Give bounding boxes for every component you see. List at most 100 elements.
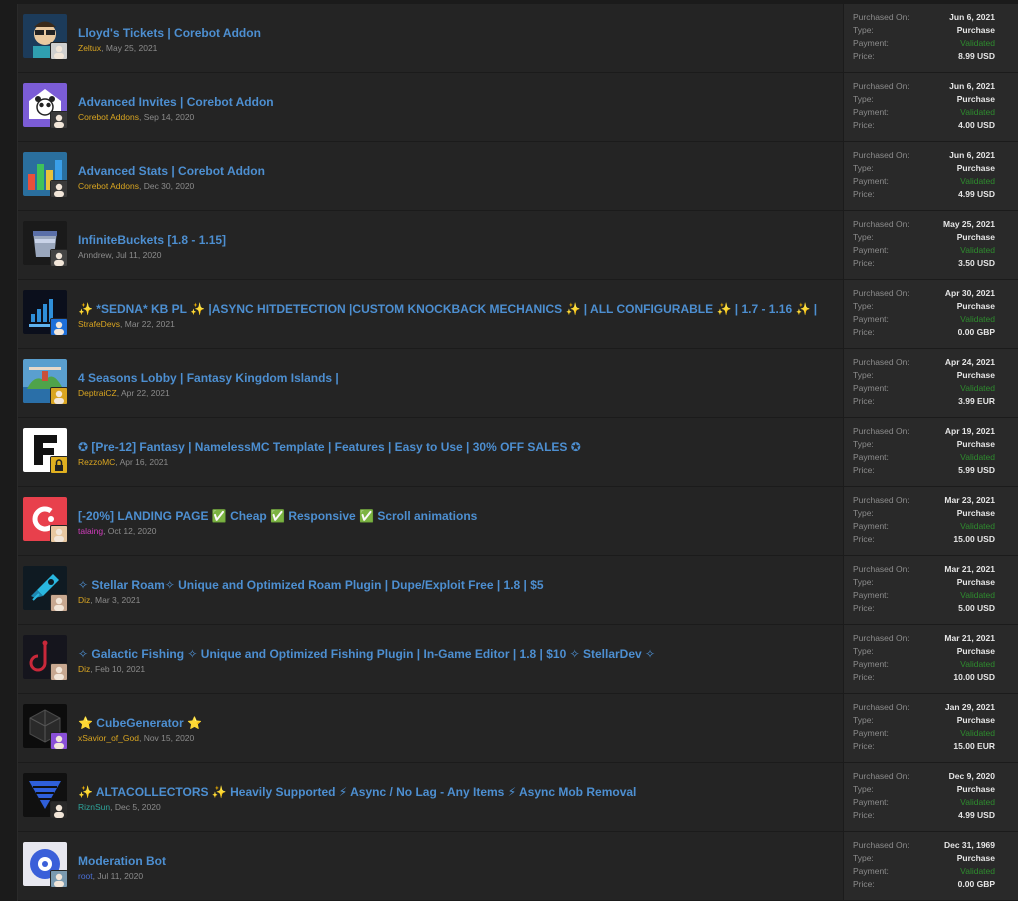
type-label: Type:	[853, 25, 874, 35]
user-avatar-icon[interactable]	[50, 732, 68, 750]
resource-title-link[interactable]: ✨ ALTACOLLECTORS ✨ Heavily Supported ⚡ A…	[78, 785, 636, 800]
resource-meta: root, Jul 11, 2020	[78, 871, 843, 881]
payment-line: Payment: Validated	[853, 451, 995, 464]
price-line: Price: 5.00 USD	[853, 602, 995, 615]
user-avatar-icon[interactable]	[50, 594, 68, 612]
release-date: Jul 11, 2020	[115, 250, 162, 260]
user-avatar-icon[interactable]	[50, 42, 68, 60]
resource-icon-cell	[18, 763, 70, 831]
price-value: 4.00 USD	[958, 120, 995, 130]
user-avatar-icon[interactable]	[50, 525, 68, 543]
purchased-on-value: Jun 6, 2021	[949, 12, 995, 22]
resource-main-cell: ✧ Stellar Roam✧ Unique and Optimized Roa…	[70, 556, 844, 624]
resource-row: ✨ *SEDNA* KB PL ✨ |ASYNC HITDETECTION |C…	[18, 280, 1018, 349]
type-value: Purchase	[956, 370, 995, 380]
resource-title-link[interactable]: ✧ Galactic Fishing ✧ Unique and Optimize…	[78, 647, 655, 662]
resource-icon-cell	[18, 73, 70, 141]
price-line: Price: 10.00 USD	[853, 671, 995, 684]
resource-title-link[interactable]: [-20%] LANDING PAGE ✅ Cheap ✅ Responsive…	[78, 509, 477, 524]
resource-row: Advanced Invites | Corebot Addon Corebot…	[18, 73, 1018, 142]
purchased-on-line: Purchased On: Apr 30, 2021	[853, 287, 995, 300]
payment-status: Validated	[960, 452, 995, 462]
resource-meta: Zeltux, May 25, 2021	[78, 43, 843, 53]
resource-main-cell: InfiniteBuckets [1.8 - 1.15] Anndrew, Ju…	[70, 211, 844, 279]
type-label: Type:	[853, 508, 874, 518]
price-value: 10.00 USD	[953, 672, 995, 682]
user-avatar-icon[interactable]	[50, 111, 68, 129]
purchased-resources-list: Lloyd's Tickets | Corebot Addon Zeltux, …	[17, 4, 1018, 901]
payment-label: Payment:	[853, 38, 889, 48]
price-label: Price:	[853, 258, 875, 268]
user-avatar-icon[interactable]	[50, 870, 68, 888]
payment-label: Payment:	[853, 797, 889, 807]
resource-title-link[interactable]: Lloyd's Tickets | Corebot Addon	[78, 26, 261, 41]
type-value: Purchase	[956, 646, 995, 656]
resource-main-cell: Advanced Invites | Corebot Addon Corebot…	[70, 73, 844, 141]
release-date: Nov 15, 2020	[143, 733, 195, 743]
purchase-info-panel: Purchased On: Jan 29, 2021 Type: Purchas…	[844, 694, 1018, 762]
payment-label: Payment:	[853, 866, 889, 876]
user-avatar-icon[interactable]	[50, 318, 68, 336]
author-link[interactable]: xSavior_of_God	[78, 733, 139, 743]
payment-line: Payment: Validated	[853, 244, 995, 257]
resource-main-cell: ✨ *SEDNA* KB PL ✨ |ASYNC HITDETECTION |C…	[70, 280, 844, 348]
price-value: 15.00 USD	[953, 534, 995, 544]
author-link[interactable]: Corebot Addons	[78, 181, 139, 191]
user-avatar-icon[interactable]	[50, 180, 68, 198]
payment-status: Validated	[960, 866, 995, 876]
resource-row: InfiniteBuckets [1.8 - 1.15] Anndrew, Ju…	[18, 211, 1018, 280]
resource-meta: Diz, Feb 10, 2021	[78, 664, 843, 674]
type-line: Type: Purchase	[853, 369, 995, 382]
resource-title-link[interactable]: 4 Seasons Lobby | Fantasy Kingdom Island…	[78, 371, 339, 386]
payment-label: Payment:	[853, 176, 889, 186]
resource-row: ✧ Stellar Roam✧ Unique and Optimized Roa…	[18, 556, 1018, 625]
type-line: Type: Purchase	[853, 783, 995, 796]
author-link[interactable]: Anndrew	[78, 250, 111, 260]
author-link[interactable]: StrafeDevs	[78, 319, 120, 329]
price-line: Price: 3.99 EUR	[853, 395, 995, 408]
resource-title-link[interactable]: ✪ [Pre-12] Fantasy | NamelessMC Template…	[78, 440, 581, 455]
resource-title-link[interactable]: InfiniteBuckets [1.8 - 1.15]	[78, 233, 226, 248]
author-link[interactable]: talaing	[78, 526, 103, 536]
price-line: Price: 0.00 GBP	[853, 878, 995, 891]
resource-title-link[interactable]: Advanced Stats | Corebot Addon	[78, 164, 265, 179]
resource-title-link[interactable]: ✨ *SEDNA* KB PL ✨ |ASYNC HITDETECTION |C…	[78, 302, 817, 317]
author-link[interactable]: root	[78, 871, 93, 881]
resource-icon-cell	[18, 280, 70, 348]
release-date: Feb 10, 2021	[95, 664, 146, 674]
purchased-on-label: Purchased On:	[853, 81, 910, 91]
resource-title-link[interactable]: ⭐ CubeGenerator ⭐	[78, 716, 202, 731]
purchase-info-panel: Purchased On: Apr 30, 2021 Type: Purchas…	[844, 280, 1018, 348]
price-value: 4.99 USD	[958, 189, 995, 199]
price-line: Price: 4.00 USD	[853, 119, 995, 132]
author-link[interactable]: Corebot Addons	[78, 112, 139, 122]
author-link[interactable]: RiznSun	[78, 802, 110, 812]
author-link[interactable]: RezzoMC	[78, 457, 115, 467]
user-avatar-icon[interactable]	[50, 387, 68, 405]
payment-line: Payment: Validated	[853, 796, 995, 809]
resource-meta: Diz, Mar 3, 2021	[78, 595, 843, 605]
author-link[interactable]: DeptraiCZ	[78, 388, 117, 398]
lock-icon[interactable]	[50, 456, 68, 474]
purchased-on-label: Purchased On:	[853, 150, 910, 160]
resource-icon-cell	[18, 4, 70, 72]
author-link[interactable]: Diz	[78, 664, 90, 674]
payment-label: Payment:	[853, 659, 889, 669]
author-link[interactable]: Diz	[78, 595, 90, 605]
purchase-info-panel: Purchased On: May 25, 2021 Type: Purchas…	[844, 211, 1018, 279]
type-line: Type: Purchase	[853, 852, 995, 865]
user-avatar-icon[interactable]	[50, 249, 68, 267]
type-value: Purchase	[956, 94, 995, 104]
resource-title-link[interactable]: ✧ Stellar Roam✧ Unique and Optimized Roa…	[78, 578, 544, 593]
purchased-on-value: Apr 24, 2021	[944, 357, 995, 367]
type-label: Type:	[853, 232, 874, 242]
resource-title-link[interactable]: Moderation Bot	[78, 854, 166, 869]
author-link[interactable]: Zeltux	[78, 43, 101, 53]
price-label: Price:	[853, 741, 875, 751]
release-date: Dec 5, 2020	[114, 802, 161, 812]
user-avatar-icon[interactable]	[50, 663, 68, 681]
user-avatar-icon[interactable]	[50, 801, 68, 819]
resource-title-link[interactable]: Advanced Invites | Corebot Addon	[78, 95, 274, 110]
payment-status: Validated	[960, 521, 995, 531]
resource-icon-cell	[18, 487, 70, 555]
